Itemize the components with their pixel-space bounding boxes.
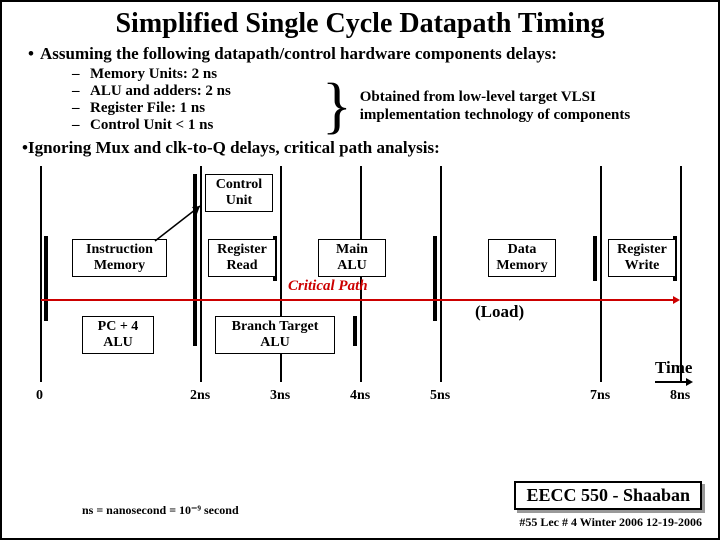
brace-icon: }: [322, 76, 352, 136]
tick-5ns: 5ns: [430, 388, 450, 404]
tick-4ns: 4ns: [350, 388, 370, 404]
page-title: Simplified Single Cycle Datapath Timing: [2, 2, 718, 42]
box-main-alu: Main ALU: [318, 239, 386, 277]
bullet-ignoring-text: Ignoring Mux and clk-to-Q delays, critic…: [28, 138, 440, 157]
box-register-write: Register Write: [608, 239, 676, 277]
delay-control: Control Unit < 1 ns: [90, 117, 213, 134]
bullet-assumptions: •Assuming the following datapath/control…: [22, 44, 698, 64]
box-pc4-alu: PC + 4 ALU: [82, 316, 154, 354]
timing-diagram: Control Unit Instruction Memory Register…: [20, 166, 700, 446]
tick-2ns: 2ns: [190, 388, 210, 404]
tick-0: 0: [36, 388, 43, 404]
box-control-unit: Control Unit: [205, 174, 273, 212]
footer-meta: #55 Lec # 4 Winter 2006 12-19-2006: [519, 515, 702, 530]
tick-8ns: 8ns: [670, 388, 690, 404]
critical-path-label: Critical Path: [288, 278, 368, 295]
box-register-read: Register Read: [208, 239, 276, 277]
box-branch-alu: Branch Target ALU: [215, 316, 335, 354]
delay-regfile: Register File: 1 ns: [90, 100, 205, 117]
bullet-assumptions-text: Assuming the following datapath/control …: [40, 44, 557, 63]
critical-path-arrow: [41, 296, 680, 304]
box-data-memory: Data Memory: [488, 239, 556, 277]
bullet-ignoring: •Ignoring Mux and clk-to-Q delays, criti…: [22, 138, 698, 158]
brace-note-line2: implementation technology of components: [360, 106, 630, 124]
footer-course: EECC 550 - Shaaban: [514, 481, 702, 510]
time-arrow: [655, 378, 693, 386]
tick-7ns: 7ns: [590, 388, 610, 404]
tick-3ns: 3ns: [270, 388, 290, 404]
delay-memory: Memory Units: 2 ns: [90, 66, 217, 83]
arrow-im-to-cu: [150, 201, 210, 246]
brace-annotation: } Obtained from low-level target VLSI im…: [322, 76, 630, 136]
footnote-ns: ns = nanosecond = 10⁻⁹ second: [82, 503, 239, 518]
delay-alu: ALU and adders: 2 ns: [90, 83, 231, 100]
brace-note-line1: Obtained from low-level target VLSI: [360, 88, 630, 106]
time-label: Time: [655, 358, 692, 378]
load-label: (Load): [475, 302, 524, 322]
